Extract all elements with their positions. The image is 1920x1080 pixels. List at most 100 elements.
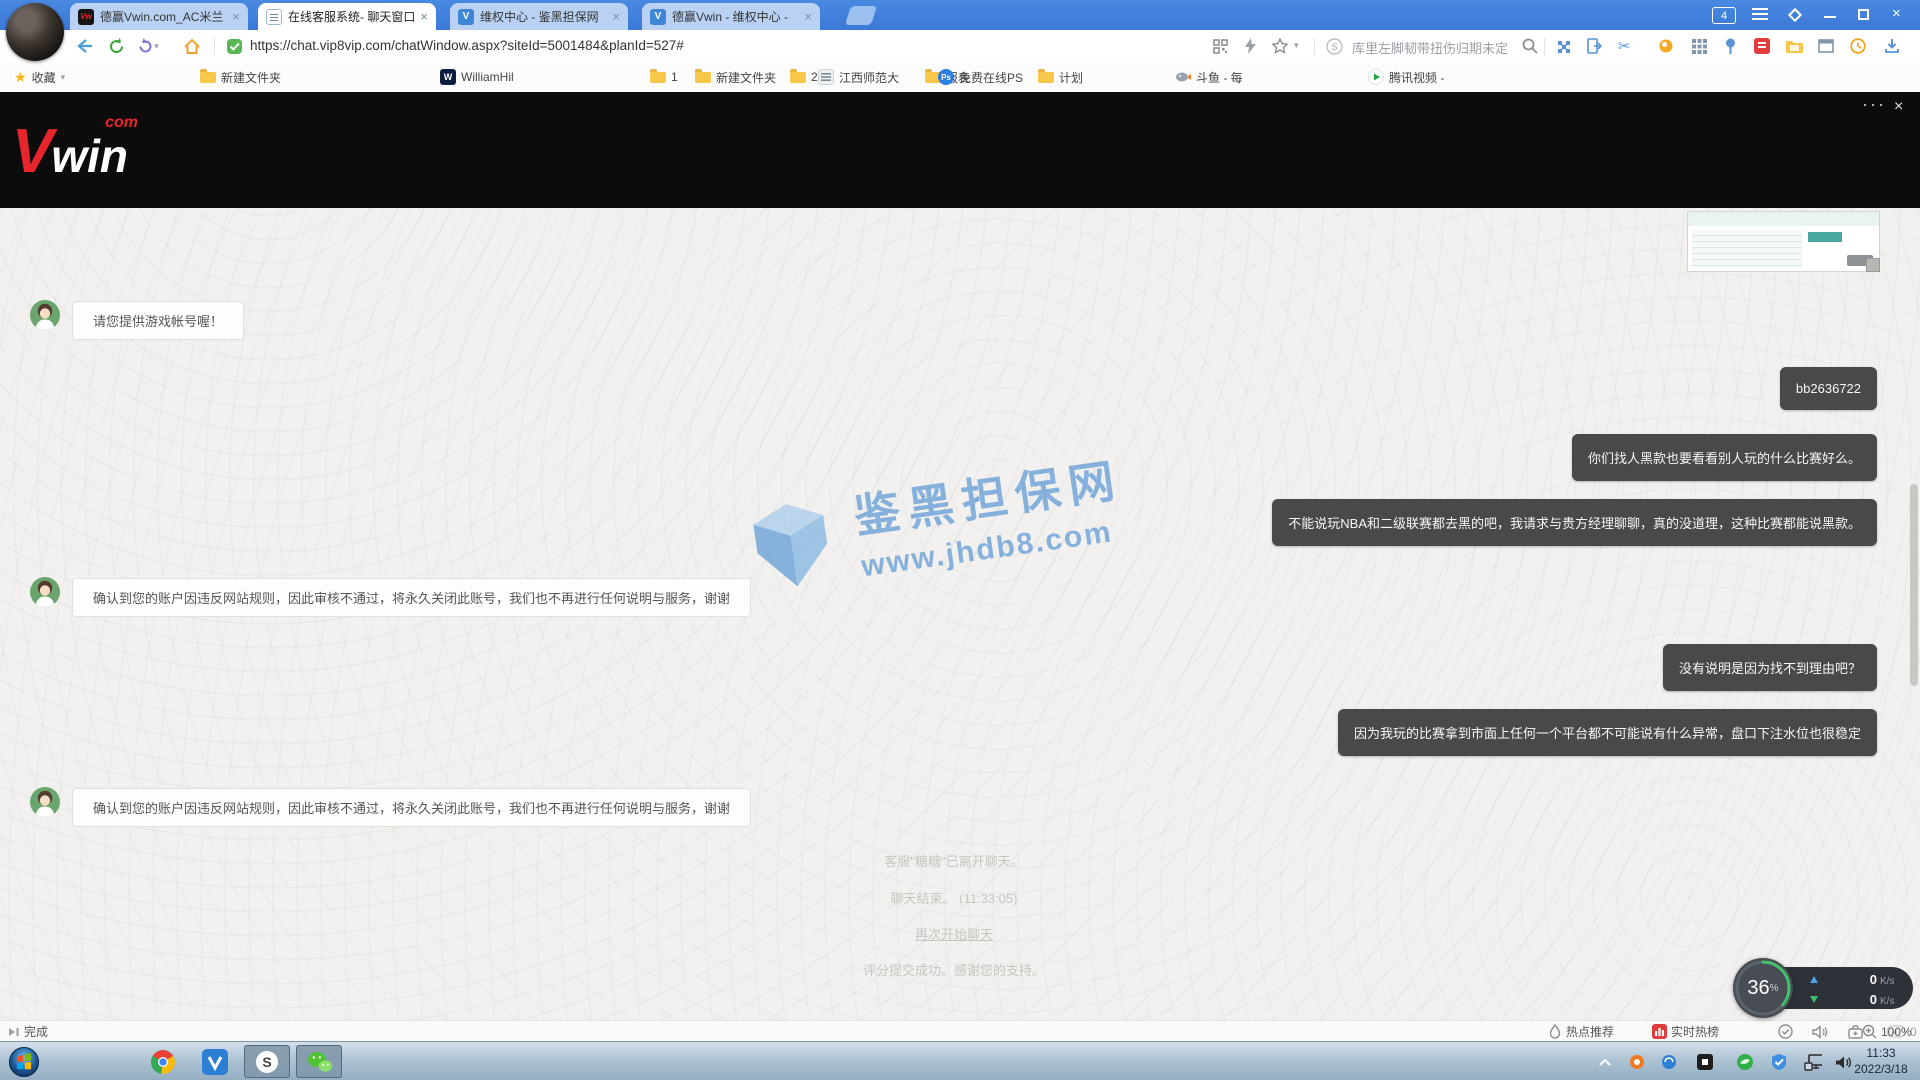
menu-icon[interactable] (1752, 8, 1768, 10)
folder-extension-icon[interactable] (1782, 34, 1806, 58)
logo-win: wincom (51, 130, 128, 182)
bookmark-tencent-video[interactable]: 腾讯视频 - (1368, 62, 1444, 92)
window-close-button[interactable]: × (1892, 5, 1901, 23)
tab-vwin-rights[interactable]: V 德赢Vwin - 维权中心 - × (642, 3, 820, 30)
pin-extension-icon[interactable] (1718, 34, 1742, 58)
start-button[interactable] (4, 1045, 44, 1078)
tab-rights-center[interactable]: V 维权中心 - 鉴黑担保网 × (450, 3, 628, 30)
browser-account-avatar[interactable] (6, 3, 64, 61)
rank-chart-icon (1652, 1024, 1667, 1039)
screenshot-scissors-icon[interactable]: ✂ (1612, 34, 1636, 58)
browser-titlebar: Vw 德赢Vwin.com_AC米兰 × 在线客服系统- 聊天窗口 × V 维权… (0, 0, 1920, 30)
bookmark-jxnu[interactable]: 江西师范大 (818, 62, 899, 92)
zoom-control[interactable]: 100% (1862, 1021, 1912, 1042)
show-hidden-icons-button[interactable] (1596, 1053, 1614, 1071)
new-tab-button[interactable] (845, 6, 877, 25)
undo-button[interactable]: ▾ (136, 34, 160, 58)
agent-message: 请您提供游戏帐号喔！ (72, 301, 244, 340)
lookup-extension-icon[interactable] (1654, 34, 1678, 58)
undo-dropdown-icon[interactable]: ▾ (154, 41, 159, 52)
chat-area: 鉴黑担保网 www.jhdb8.com 请您提供游戏帐号喔！ bb2636722… (0, 208, 1920, 1020)
tab-close-icon[interactable]: × (804, 10, 812, 23)
bookmark-online-ps[interactable]: Ps 免费在线PS (938, 62, 1023, 92)
bookmark-folder[interactable]: 新建文件夹 (695, 62, 776, 92)
login-door-icon[interactable] (1582, 34, 1606, 58)
image-message-thumbnail[interactable] (1687, 211, 1880, 272)
tray-network-icon[interactable] (1804, 1053, 1822, 1071)
tab-vwin-home[interactable]: Vw 德赢Vwin.com_AC米兰 × (70, 3, 248, 30)
download-manager-icon[interactable] (1880, 34, 1904, 58)
hot-rank-button[interactable]: 实时热榜 (1652, 1021, 1719, 1042)
toolbar-separator (1544, 38, 1545, 55)
tab-close-icon[interactable]: × (420, 10, 428, 23)
search-icon[interactable] (1518, 34, 1542, 58)
wechat-icon (306, 1049, 333, 1075)
bookmark-folder[interactable]: 新建文件夹 (200, 62, 281, 92)
refresh-button[interactable] (104, 34, 128, 58)
tab-close-icon[interactable]: × (612, 10, 620, 23)
accelerator-icon[interactable] (1238, 34, 1262, 58)
tab-close-icon[interactable]: × (232, 10, 240, 23)
bookmark-label: 1 (671, 70, 678, 84)
tray-green-icon[interactable] (1736, 1053, 1754, 1071)
williamhill-icon: W (440, 69, 456, 85)
download-speed: 0K/s (1810, 992, 1894, 1007)
security-check-button[interactable] (1778, 1021, 1793, 1042)
taskbar-clock[interactable]: 11:33 2022/3/18 (1848, 1045, 1914, 1077)
toolbox-button[interactable] (1848, 1021, 1863, 1042)
chat-close-icon[interactable]: × (1894, 98, 1903, 116)
page-scrollbar-thumb[interactable] (1910, 484, 1918, 686)
qr-code-icon[interactable] (1208, 34, 1232, 58)
bookmark-folder[interactable]: 1 (650, 62, 678, 92)
loading-play-icon (8, 1027, 20, 1037)
douyu-fish-icon (1175, 69, 1191, 85)
load-status: 完成 (8, 1021, 48, 1042)
taskbar-chrome[interactable] (140, 1045, 186, 1078)
window-extension-icon[interactable] (1814, 34, 1838, 58)
clock-time: 11:33 (1848, 1045, 1914, 1061)
search-input[interactable]: 库里左脚韧带扭伤归期未定 (1352, 38, 1508, 57)
tab-chat-window[interactable]: 在线客服系统- 聊天窗口 × (258, 3, 436, 30)
download-count-badge[interactable]: 4 (1712, 7, 1736, 24)
home-button[interactable] (180, 34, 204, 58)
jhdb-logo-icon (737, 488, 845, 596)
more-options-icon[interactable]: ··· (1862, 94, 1886, 115)
tencent-video-icon (1368, 69, 1384, 85)
bookmark-douyu[interactable]: 斗鱼 - 每 (1175, 62, 1243, 92)
grid-extension-icon[interactable] (1687, 34, 1711, 58)
back-button[interactable] (72, 34, 96, 58)
site-security-icon[interactable] (222, 34, 246, 58)
search-engine-icon[interactable]: S (1322, 34, 1346, 58)
tray-orange-icon[interactable] (1628, 1053, 1646, 1071)
history-clock-icon[interactable] (1846, 34, 1870, 58)
favorite-star-icon[interactable] (1268, 34, 1292, 58)
system-message-rating: 评分提交成功。感谢您的支持。 (0, 960, 1908, 979)
taskbar-s-app[interactable]: S (244, 1045, 290, 1078)
tray-security-shield-icon[interactable] (1770, 1053, 1788, 1071)
agent-avatar (30, 787, 60, 817)
thumbnail-corner-handle[interactable] (1866, 258, 1880, 272)
favorites-dropdown-icon[interactable]: ▾ (1294, 40, 1299, 51)
maximize-button[interactable] (1858, 9, 1869, 20)
address-url[interactable]: https://chat.vip8vip.com/chatWindow.aspx… (250, 38, 684, 53)
tray-black-icon[interactable] (1696, 1053, 1714, 1071)
bookmark-williamhill[interactable]: WWilliamHil (440, 62, 514, 92)
promo-icon[interactable] (1788, 8, 1802, 22)
site-header: Vwincom ··· × (0, 92, 1920, 208)
taskbar-blue-app[interactable] (192, 1045, 238, 1078)
bookmark-favorites[interactable]: ★ 收藏 ▾ (14, 62, 65, 92)
taskbar-wechat[interactable] (296, 1045, 342, 1078)
bookmark-folder[interactable]: 计划 (1038, 62, 1083, 92)
puzzle-extension-icon[interactable] (1552, 34, 1576, 58)
vwin-logo[interactable]: Vwincom (12, 116, 128, 187)
chevron-down-icon: ▾ (61, 72, 66, 83)
star-icon: ★ (14, 69, 27, 86)
vwin-favicon: Vw (78, 9, 94, 25)
hot-recommend-button[interactable]: 热点推荐 (1548, 1021, 1614, 1042)
memory-usage-ring (1733, 958, 1793, 1018)
mute-speaker-button[interactable] (1812, 1021, 1828, 1042)
restart-chat-link[interactable]: 再次开始聊天 (915, 927, 993, 942)
tray-blue-icon[interactable] (1660, 1053, 1678, 1071)
red-extension-icon[interactable] (1750, 34, 1774, 58)
minimize-button[interactable] (1824, 16, 1836, 18)
